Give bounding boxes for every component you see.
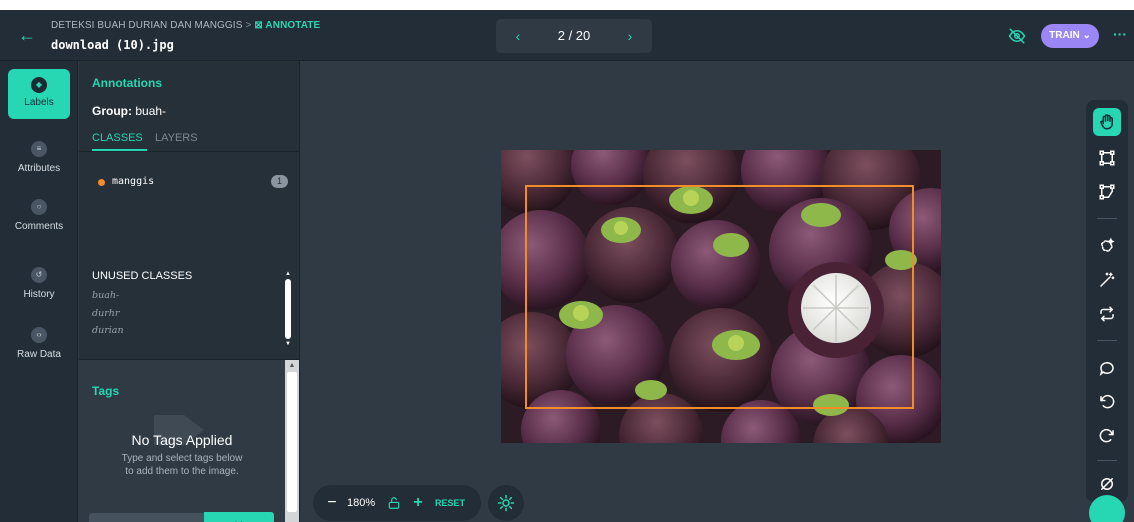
- unused-classes-title: UNUSED CLASSES: [92, 270, 193, 282]
- brightness-button[interactable]: [488, 485, 524, 521]
- no-tags-title: No Tags Applied: [131, 432, 233, 448]
- annotations-panel: Annotations Group: buah- CLASSES LAYERS …: [79, 61, 300, 522]
- breadcrumb: DETEKSI BUAH DURIAN DAN MANGGIS > ⊠ ANNOTA…: [51, 20, 320, 31]
- no-tags-hint-line1: Type and select tags below: [121, 453, 243, 464]
- pan-tool[interactable]: [1093, 108, 1121, 136]
- magic-wand-icon: [1100, 272, 1115, 287]
- breadcrumb-annotate: ⊠ ANNOTATE: [254, 20, 321, 31]
- breadcrumb-annotate-label: ANNOTATE: [265, 20, 321, 31]
- undo-tool[interactable]: [1093, 388, 1121, 416]
- bounding-box-manggis[interactable]: [525, 185, 914, 409]
- group-line: Group: buah-: [92, 104, 166, 118]
- more-options-icon[interactable]: ···: [1112, 24, 1128, 48]
- unused-class-item[interactable]: durhr: [92, 305, 124, 323]
- annotation-canvas[interactable]: − 180% + RESET: [301, 61, 1086, 522]
- tags-scrollbar[interactable]: ▲: [285, 360, 299, 522]
- unused-class-item[interactable]: durian: [92, 322, 124, 340]
- nav-attributes[interactable]: ≡ Attributes: [8, 141, 70, 191]
- nav-history[interactable]: ↺ History: [8, 267, 70, 317]
- nav-labels[interactable]: ◆ Labels: [8, 69, 70, 119]
- zoom-in-button[interactable]: +: [411, 485, 425, 521]
- train-button[interactable]: TRAIN ⌄: [1041, 24, 1099, 48]
- hide-annotations-icon[interactable]: [1008, 27, 1026, 45]
- raw-data-icon: ‹›: [31, 327, 47, 343]
- unlock-icon[interactable]: [387, 496, 401, 510]
- breadcrumb-project[interactable]: DETEKSI BUAH DURIAN DAN MANGGIS: [51, 20, 242, 31]
- annotations-title: Annotations: [92, 76, 162, 90]
- zoom-reset-button[interactable]: RESET: [435, 485, 465, 521]
- breadcrumb-separator: >: [245, 20, 252, 31]
- nav-attributes-label: Attributes: [17, 163, 61, 174]
- nav-comments-label: Comments: [14, 221, 64, 232]
- tab-classes[interactable]: CLASSES: [92, 132, 143, 144]
- polygon-tool[interactable]: [1093, 178, 1121, 206]
- scroll-up-icon[interactable]: ▲: [285, 271, 291, 277]
- history-icon: ↺: [31, 267, 47, 283]
- tags-title: Tags: [92, 384, 120, 398]
- comments-icon: ○: [31, 199, 47, 215]
- tags-section: Tags No Tags Applied Type and select tag…: [79, 360, 285, 522]
- unused-classes-list: buah- durhr durian: [92, 287, 124, 340]
- class-row-manggis[interactable]: manggis 1: [92, 174, 288, 190]
- no-tags-hint-line2: to add them to the image.: [125, 466, 239, 477]
- smart-polygon-tool[interactable]: [1093, 232, 1121, 260]
- sun-icon: [497, 494, 515, 512]
- unused-classes-scrollbar[interactable]: ▲ ▼: [285, 271, 291, 347]
- class-color-dot: [98, 179, 105, 186]
- nav-comments[interactable]: ○ Comments: [8, 199, 70, 249]
- tabs-divider: [79, 151, 299, 152]
- hand-icon: [1100, 114, 1113, 130]
- redo-tool[interactable]: [1093, 422, 1121, 450]
- repeat-tool[interactable]: [1093, 300, 1121, 328]
- class-name: manggis: [112, 176, 155, 187]
- tool-palette: [1086, 100, 1128, 502]
- back-arrow-icon[interactable]: ←: [16, 24, 38, 46]
- scrollbar-thumb[interactable]: [285, 279, 291, 339]
- left-nav: ◆ Labels ≡ Attributes ○ Comments ↺ Histo…: [0, 61, 78, 522]
- add-tag-button[interactable]: + Add Tag: [204, 512, 274, 522]
- toolbar-divider: [1097, 340, 1117, 341]
- nav-raw-data[interactable]: ‹› Raw Data: [8, 327, 70, 377]
- scroll-down-icon[interactable]: ▼: [285, 341, 291, 347]
- image-pager: ‹ 2 / 20 ›: [496, 19, 652, 53]
- nav-raw-data-label: Raw Data: [17, 349, 61, 360]
- comment-tool[interactable]: [1093, 354, 1121, 382]
- scrollbar-thumb[interactable]: [287, 372, 297, 512]
- toolbar-divider: [1097, 218, 1117, 219]
- unused-class-item[interactable]: buah-: [92, 287, 124, 305]
- smart-polygon-icon: [1100, 237, 1115, 253]
- zoom-bar: − 180% + RESET: [313, 485, 481, 521]
- zoom-level: 180%: [347, 497, 376, 509]
- group-prefix: Group:: [92, 104, 132, 118]
- group-name: buah-: [135, 104, 167, 118]
- repeat-icon: [1100, 306, 1114, 322]
- null-annotation-tool[interactable]: [1093, 470, 1121, 498]
- nav-history-label: History: [23, 289, 55, 300]
- image-filename: download (10).jpg: [51, 38, 174, 52]
- bounding-box-icon: [1099, 150, 1115, 166]
- nav-labels-label: Labels: [24, 97, 54, 108]
- toolbar-divider: [1097, 460, 1117, 461]
- polygon-icon: [1099, 184, 1115, 200]
- attributes-icon: ≡: [31, 141, 47, 157]
- tab-layers[interactable]: LAYERS: [155, 132, 198, 144]
- next-image-button[interactable]: ›: [615, 19, 645, 53]
- undo-icon: [1100, 394, 1115, 409]
- tag-input[interactable]: [89, 513, 205, 522]
- no-tags-hint: Type and select tags below to add them t…: [79, 452, 285, 478]
- bounding-box-tool[interactable]: [1093, 144, 1121, 172]
- null-icon: [1101, 478, 1113, 490]
- redo-icon: [1099, 428, 1114, 443]
- class-count-badge: 1: [271, 175, 288, 188]
- comment-icon: [1099, 362, 1114, 377]
- zoom-out-button[interactable]: −: [325, 485, 339, 521]
- top-bar: ← DETEKSI BUAH DURIAN DAN MANGGIS > ⊠ ANNO…: [0, 10, 1134, 61]
- annotate-app: ← DETEKSI BUAH DURIAN DAN MANGGIS > ⊠ ANNO…: [0, 10, 1134, 522]
- labels-icon: ◆: [31, 77, 47, 93]
- magic-wand-tool[interactable]: [1093, 266, 1121, 294]
- scroll-up-icon[interactable]: ▲: [285, 362, 299, 369]
